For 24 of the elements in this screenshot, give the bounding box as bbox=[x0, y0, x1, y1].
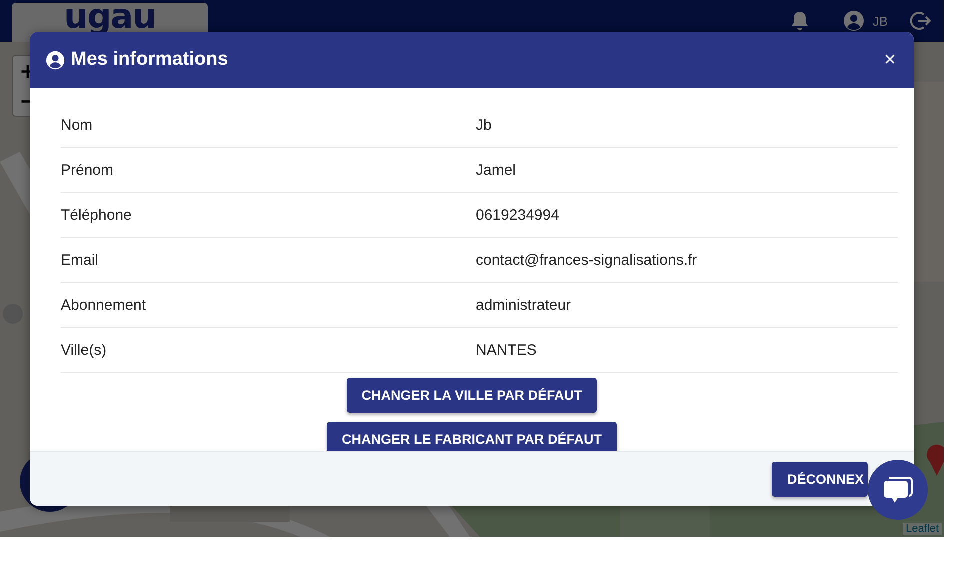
field-label: Email bbox=[61, 252, 100, 268]
logout-button[interactable]: DÉCONNEX bbox=[772, 462, 868, 496]
user-initials[interactable]: JB bbox=[872, 14, 888, 28]
field-value: administrateur bbox=[476, 296, 572, 314]
default-setting-button[interactable]: CHANGER LE FABRICANT PAR DÉFAUT bbox=[326, 422, 617, 451]
field-value: contact@frances-signalisations.fr bbox=[476, 252, 698, 268]
field-label: Nom bbox=[61, 116, 94, 134]
field-value: 0619234994 bbox=[476, 206, 560, 224]
field-label: Téléphone bbox=[61, 206, 133, 224]
field-label: Ville(s) bbox=[61, 342, 108, 358]
field-label: Abonnement bbox=[61, 296, 148, 314]
logout-icon[interactable] bbox=[910, 10, 932, 32]
user-icon bbox=[46, 50, 65, 70]
chat-icon bbox=[883, 476, 913, 504]
default-setting-button[interactable]: CHANGER LA VILLE PAR DÉFAUT bbox=[346, 378, 598, 413]
modal-title: Mes informations bbox=[71, 49, 230, 71]
field-label: Prénom bbox=[61, 162, 115, 178]
close-button[interactable]: × bbox=[882, 48, 898, 72]
map-attribution-link[interactable]: Leaflet bbox=[902, 523, 942, 535]
field-value: NANTES bbox=[476, 342, 538, 358]
user-icon[interactable] bbox=[842, 10, 865, 32]
field-value: Jamel bbox=[476, 162, 518, 178]
field-value: Jb bbox=[476, 116, 493, 134]
bell-icon[interactable] bbox=[790, 11, 809, 31]
